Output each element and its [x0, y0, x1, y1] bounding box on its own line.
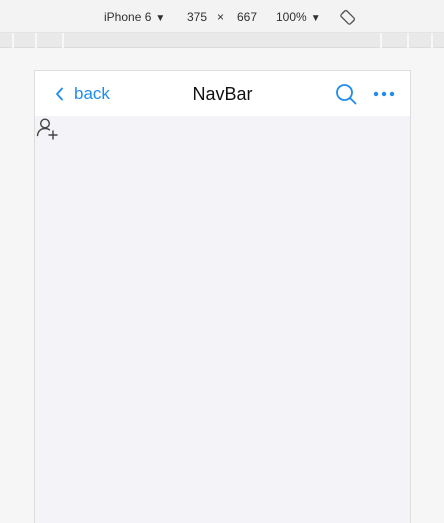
dropdown-caret-icon: ▼: [155, 13, 166, 24]
search-icon[interactable]: [335, 83, 357, 105]
device-select[interactable]: iPhone 6 ▼: [104, 10, 165, 26]
dropdown-caret-icon: ▼: [310, 13, 321, 24]
add-user-icon[interactable]: [35, 117, 59, 141]
navbar: back NavBar: [35, 71, 410, 116]
more-horizontal-icon[interactable]: [373, 91, 395, 97]
dimension-separator: ×: [217, 10, 225, 24]
zoom-value: 100%: [276, 10, 307, 24]
height-input[interactable]: 667: [237, 10, 257, 24]
zoom-select[interactable]: 100% ▼: [276, 10, 321, 26]
page-content: [35, 116, 410, 523]
device-name: iPhone 6: [104, 10, 152, 24]
device-toolbar: iPhone 6 ▼ 375 × 667 100% ▼: [0, 0, 444, 33]
device-viewport: back NavBar: [34, 70, 411, 523]
media-query-ruler: [0, 33, 444, 48]
width-input[interactable]: 375: [187, 10, 207, 24]
rotate-icon[interactable]: [340, 9, 356, 25]
